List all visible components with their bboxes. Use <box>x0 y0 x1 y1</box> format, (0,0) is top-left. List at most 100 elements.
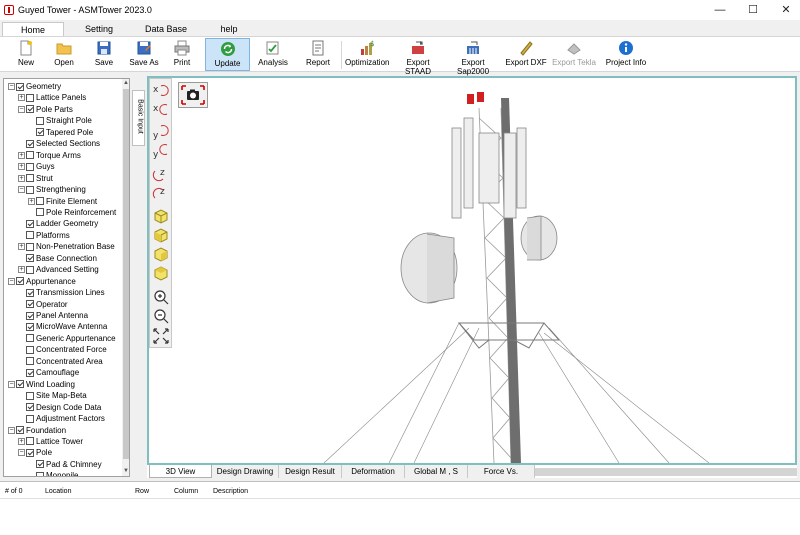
tab-global-ms[interactable]: Global M , S <box>405 465 468 478</box>
tab-design-drawing[interactable]: Design Drawing <box>212 465 279 478</box>
tree-checkbox[interactable] <box>26 185 34 194</box>
tab-data-base[interactable]: Data Base <box>134 22 198 36</box>
project-info-button[interactable]: Project Info <box>603 38 649 71</box>
capture-button[interactable] <box>178 82 208 108</box>
rotate-z-positive-button[interactable]: z <box>152 165 170 183</box>
tree-checkbox[interactable] <box>26 437 34 446</box>
tree-checkbox[interactable] <box>36 128 44 137</box>
tree-checkbox[interactable] <box>16 277 24 286</box>
3d-viewport[interactable] <box>147 76 797 465</box>
tree-item[interactable]: Concentrated Area <box>18 356 103 367</box>
expand-icon[interactable]: + <box>28 197 35 205</box>
expand-icon[interactable]: + <box>18 243 25 251</box>
tree-item[interactable]: − Appurtenance <box>8 276 76 287</box>
expand-icon[interactable]: + <box>18 94 25 102</box>
tree-checkbox[interactable] <box>26 93 34 102</box>
tab-help[interactable]: help <box>198 22 260 36</box>
tab-setting[interactable]: Setting <box>64 22 134 36</box>
tree-item[interactable]: Selected Sections <box>18 138 100 149</box>
tree-item[interactable]: Adjustment Factors <box>18 413 105 424</box>
collapse-icon[interactable]: − <box>8 380 15 388</box>
tree-item[interactable]: + Non-Penetration Base <box>18 241 115 252</box>
tree-item[interactable]: Base Connection <box>18 253 97 264</box>
tab-force-vs-capacity[interactable]: Force Vs. Capacity <box>468 465 535 489</box>
collapse-icon[interactable]: − <box>8 83 15 90</box>
tree-checkbox[interactable] <box>36 208 44 217</box>
tree-item[interactable]: − Pole <box>18 447 52 458</box>
export-tekla-button[interactable]: Export Tekla <box>551 38 597 71</box>
view-top-button[interactable] <box>152 264 170 282</box>
tree-checkbox[interactable] <box>16 380 24 389</box>
tree-item[interactable]: Concentrated Force <box>18 344 107 355</box>
tree-item[interactable]: − Pole Parts <box>18 104 73 115</box>
save-as-button[interactable]: Save As <box>126 38 162 71</box>
tab-scrollbar[interactable] <box>535 468 797 476</box>
collapse-icon[interactable]: − <box>18 449 25 457</box>
tree-item[interactable]: MicroWave Antenna <box>18 321 107 332</box>
tree-checkbox[interactable] <box>26 254 34 263</box>
export-dxf-button[interactable]: Export DXF <box>505 38 547 71</box>
tree-checkbox[interactable] <box>26 357 34 366</box>
fit-all-button[interactable] <box>152 327 170 345</box>
zoom-out-button[interactable] <box>152 307 170 325</box>
tree-item[interactable]: + Strut <box>18 173 53 184</box>
update-button[interactable]: Update <box>205 38 250 71</box>
tree-item[interactable]: + Lattice Tower <box>18 436 83 447</box>
report-button[interactable]: Report <box>300 38 336 71</box>
tab-design-result[interactable]: Design Result <box>279 465 342 478</box>
export-staad-button[interactable]: Export STAAD <box>393 38 443 76</box>
tree-checkbox[interactable] <box>26 105 34 114</box>
tree-checkbox[interactable] <box>26 414 34 423</box>
basic-input-tab[interactable]: Basic Input <box>132 90 145 146</box>
tree-item[interactable]: − Foundation <box>8 425 66 436</box>
tree-checkbox[interactable] <box>26 139 34 148</box>
tree-checkbox[interactable] <box>26 345 34 354</box>
tree-item[interactable]: Panel Antenna <box>18 310 88 321</box>
tree-item[interactable]: Camouflage <box>18 367 79 378</box>
tree-checkbox[interactable] <box>36 460 44 469</box>
close-button[interactable]: ✕ <box>766 0 800 20</box>
tree-checkbox[interactable] <box>36 197 44 205</box>
tree-checkbox[interactable] <box>26 219 34 228</box>
tree-checkbox[interactable] <box>26 231 34 240</box>
tree-checkbox[interactable] <box>26 403 34 412</box>
open-button[interactable]: Open <box>48 38 80 71</box>
tree-checkbox[interactable] <box>26 242 34 251</box>
tree-checkbox[interactable] <box>26 391 34 400</box>
tree-item[interactable]: Ladder Geometry <box>18 218 98 229</box>
tree-item[interactable]: Site Map-Beta <box>18 390 87 401</box>
tree-checkbox[interactable] <box>26 311 34 320</box>
tree-item[interactable]: + Torque Arms <box>18 150 81 161</box>
tab-deformation[interactable]: Deformation <box>342 465 405 478</box>
tree-item[interactable]: + Lattice Panels <box>18 92 86 103</box>
tree-checkbox[interactable] <box>26 265 34 274</box>
expand-icon[interactable]: + <box>18 163 25 171</box>
collapse-icon[interactable]: − <box>8 426 15 434</box>
collapse-icon[interactable]: − <box>18 105 25 113</box>
scroll-down-icon[interactable]: ▼ <box>122 467 129 476</box>
tree-item[interactable]: + Advanced Setting <box>18 264 99 275</box>
tree-scrollbar[interactable]: ▲ ▼ <box>122 79 129 476</box>
tree-checkbox[interactable] <box>16 426 24 434</box>
tree-scroll-thumb[interactable] <box>123 89 129 459</box>
rotate-y-positive-button[interactable]: y <box>152 123 170 141</box>
tree-item[interactable]: + Finite Element <box>28 196 97 207</box>
expand-icon[interactable]: + <box>18 174 25 182</box>
expand-icon[interactable]: + <box>18 266 25 274</box>
view-iso-button[interactable] <box>152 207 170 225</box>
tree-checkbox[interactable] <box>26 162 34 171</box>
tab-3d-view[interactable]: 3D View <box>149 465 212 478</box>
collapse-icon[interactable]: − <box>8 277 15 285</box>
tree-item[interactable]: Straight Pole <box>28 115 92 126</box>
analysis-button[interactable]: Analysis <box>256 38 290 71</box>
tree-item[interactable]: Platforms <box>18 230 70 241</box>
tree-item[interactable]: Design Code Data <box>18 402 101 413</box>
tree-checkbox[interactable] <box>36 471 44 476</box>
new-button[interactable]: New <box>10 38 42 71</box>
tree-item[interactable]: Tapered Pole <box>28 127 93 138</box>
tree-item[interactable]: Operator <box>18 299 68 310</box>
expand-icon[interactable]: + <box>18 437 25 445</box>
scroll-up-icon[interactable]: ▲ <box>122 79 129 88</box>
export-sap2000-button[interactable]: Export Sap2000 <box>445 38 501 76</box>
optimization-button[interactable]: $ Optimization <box>345 38 389 71</box>
